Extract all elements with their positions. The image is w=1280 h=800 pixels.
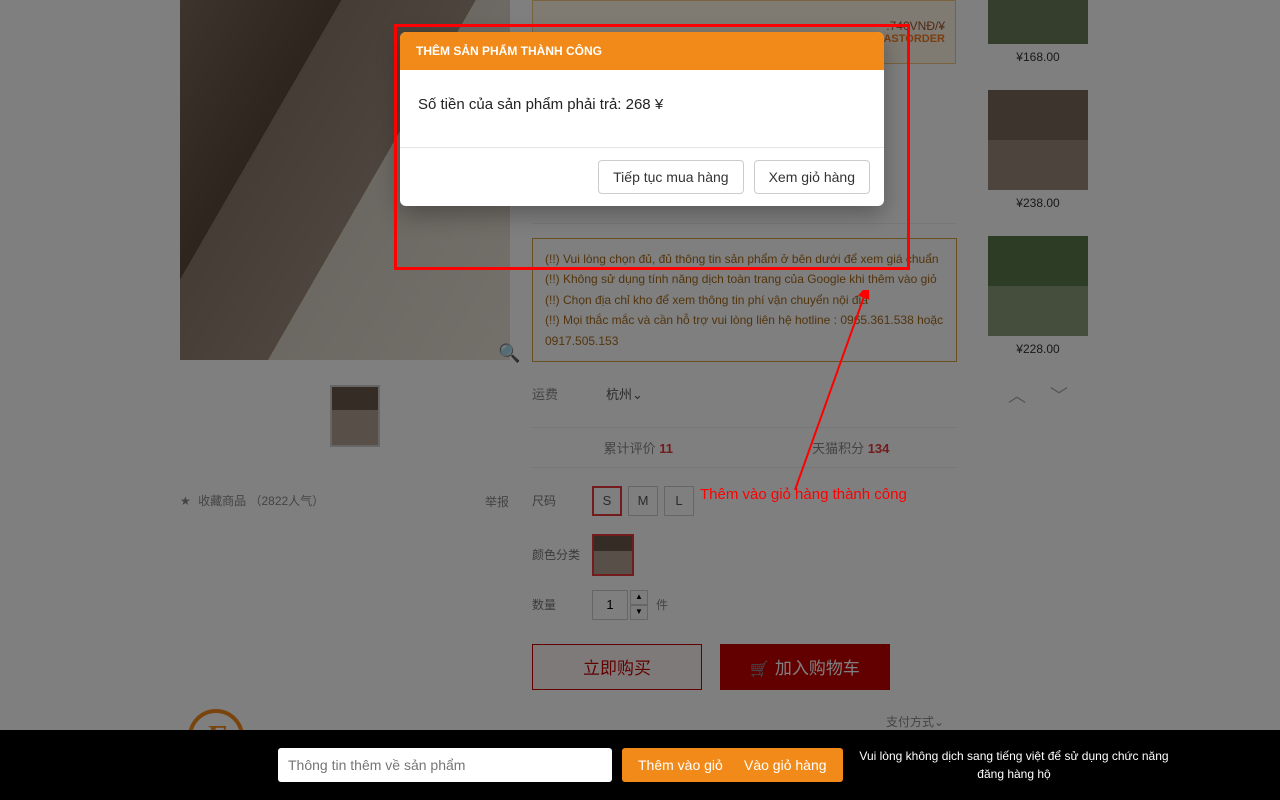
qty-label: 数量 (532, 596, 592, 613)
chevron-down-icon[interactable]: ⌄ (632, 387, 643, 402)
size-label: 尺码 (532, 492, 592, 509)
qty-down-button[interactable]: ▼ (630, 605, 648, 620)
bottom-bar: Thêm vào giỏ Vào giỏ hàng Vui lòng không… (0, 730, 1280, 800)
related-item[interactable]: ¥238.00 (984, 90, 1092, 210)
size-row: 尺码 S M L (532, 486, 957, 516)
color-label: 颜色分类 (532, 546, 592, 563)
related-item[interactable]: ¥228.00 (984, 236, 1092, 356)
scroll-up-icon[interactable]: ︿ (1008, 382, 1026, 408)
cta-row: 立即购买 🛒加入购物车 (532, 644, 957, 690)
rating-tabs: 累计评价 11 天猫积分 134 (532, 427, 957, 468)
qty-stepper: ▲ ▼ (630, 590, 648, 620)
modal-body: Số tiền của sản phẩm phải trả: 268 ¥ (400, 70, 884, 147)
bottom-goto-cart-button[interactable]: Vào giỏ hàng (728, 748, 843, 782)
size-option-l[interactable]: L (664, 486, 694, 516)
tab-reviews[interactable]: 累计评价 11 (532, 428, 745, 467)
product-thumbnail[interactable] (330, 385, 380, 447)
price-suffix: .740VNĐ/¥ (877, 19, 945, 33)
continue-shopping-button[interactable]: Tiếp tục mua hàng (598, 160, 743, 194)
fastorder-tag: FASTORDER (877, 33, 945, 45)
size-option-m[interactable]: M (628, 486, 658, 516)
chevron-down-icon: ⌄ (934, 715, 944, 729)
notice-box: (!!) Vui lòng chọn đủ, đủ thông tin sản … (532, 238, 957, 362)
tab-credit[interactable]: 天猫积分 134 (745, 428, 958, 467)
qty-up-button[interactable]: ▲ (630, 590, 648, 605)
favorite-line[interactable]: ★ 收藏商品 （2822人气） (180, 492, 324, 509)
related-price: ¥228.00 (1016, 342, 1059, 356)
note-input[interactable] (278, 748, 612, 782)
related-item[interactable]: ¥168.00 (984, 0, 1092, 64)
ship-from[interactable]: 杭州 (606, 387, 632, 402)
modal-footer: Tiếp tục mua hàng Xem giỏ hàng (400, 147, 884, 206)
modal-title: THÊM SẢN PHẨM THÀNH CÔNG (400, 32, 884, 70)
favorite-label: 收藏商品 (198, 494, 246, 508)
star-icon: ★ (180, 494, 191, 508)
notice-line: (!!) Mọi thắc mắc và cần hỗ trợ vui lòng… (545, 310, 944, 351)
color-swatch[interactable] (592, 534, 634, 576)
payment-method[interactable]: 支付方式⌄ (886, 713, 944, 730)
favorite-count: （2822人气） (249, 494, 324, 508)
shipping-label: 运费 (532, 384, 558, 403)
related-price: ¥238.00 (1016, 196, 1059, 210)
notice-line: (!!) Không sử dụng tính năng dịch toàn t… (545, 269, 944, 289)
qty-unit: 件 (656, 596, 668, 613)
notice-line: (!!) Vui lòng chọn đủ, đủ thông tin sản … (545, 249, 944, 269)
scroll-down-icon[interactable]: ﹀ (1050, 382, 1068, 408)
color-row: 颜色分类 (532, 534, 957, 576)
qty-row: 数量 ▲ ▼ 件 (532, 590, 957, 620)
bottom-add-button[interactable]: Thêm vào giỏ (622, 748, 739, 782)
related-products: ¥168.00 ¥238.00 ¥228.00 ︿ ﹀ (984, 0, 1092, 408)
view-cart-button[interactable]: Xem giỏ hàng (754, 160, 870, 194)
shipping-row: 运费 杭州⌄ (532, 384, 957, 403)
size-option-s[interactable]: S (592, 486, 622, 516)
buy-now-button[interactable]: 立即购买 (532, 644, 702, 690)
report-link[interactable]: 举报 (485, 493, 509, 510)
add-to-cart-button[interactable]: 🛒加入购物车 (720, 644, 890, 690)
related-nav: ︿ ﹀ (984, 382, 1092, 408)
zoom-icon[interactable]: 🔍 (498, 343, 520, 364)
related-price: ¥168.00 (1016, 50, 1059, 64)
cart-icon: 🛒 (750, 661, 769, 678)
success-modal: THÊM SẢN PHẨM THÀNH CÔNG Số tiền của sản… (400, 32, 884, 206)
notice-line: (!!) Chọn địa chỉ kho để xem thông tin p… (545, 290, 944, 310)
related-image (988, 0, 1088, 44)
bottom-help-text: Vui lòng không dịch sang tiếng việt để s… (848, 747, 1180, 783)
related-image (988, 236, 1088, 336)
qty-input[interactable] (592, 590, 628, 620)
related-image (988, 90, 1088, 190)
